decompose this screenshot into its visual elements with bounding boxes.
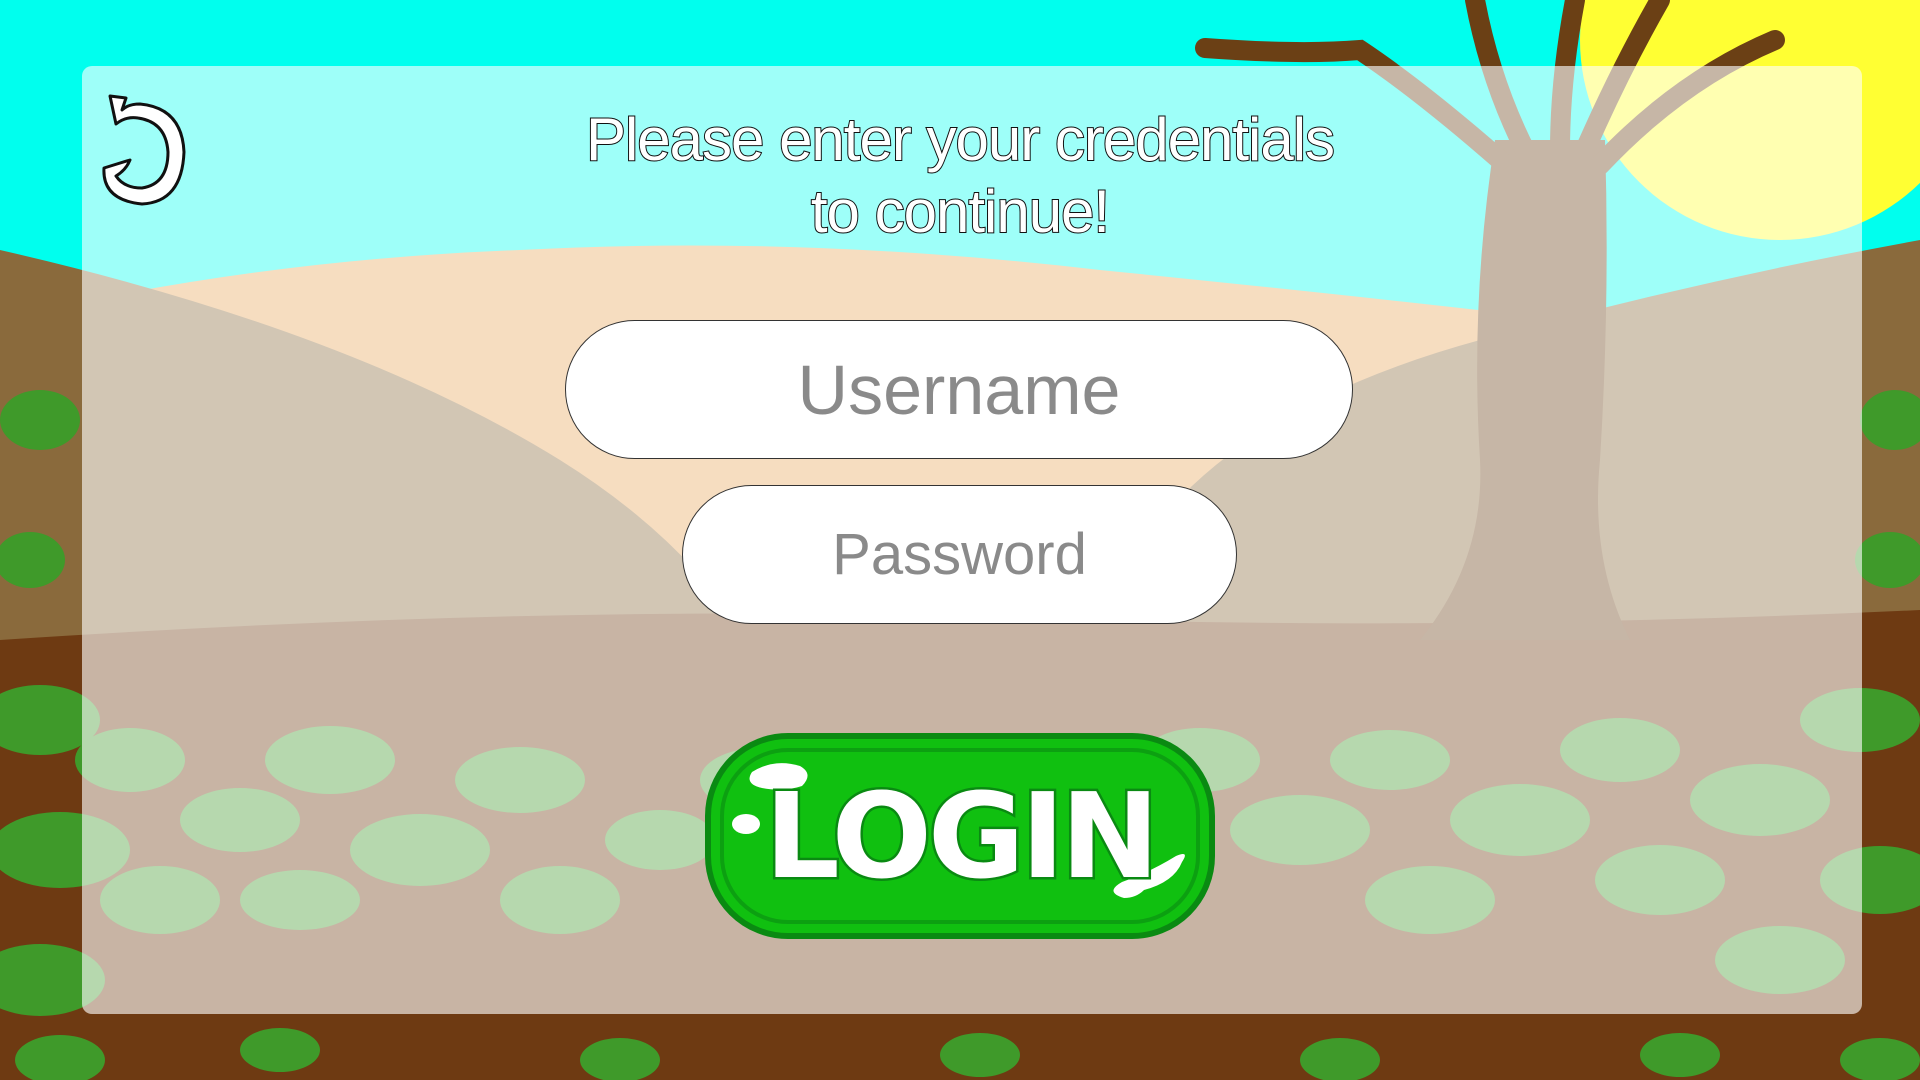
prompt-line-1: Please enter your credentials — [585, 105, 1336, 174]
login-shine-dot — [732, 814, 760, 834]
game-screen: Please enter your credentials to continu… — [0, 0, 1920, 1080]
password-input[interactable] — [682, 485, 1237, 624]
credentials-prompt: Please enter your credentials to continu… — [0, 104, 1920, 248]
login-button[interactable]: LOGIN — [704, 732, 1216, 940]
login-button-shape — [705, 733, 1215, 939]
username-input[interactable] — [565, 320, 1353, 459]
prompt-line-2: to continue! — [810, 177, 1111, 246]
